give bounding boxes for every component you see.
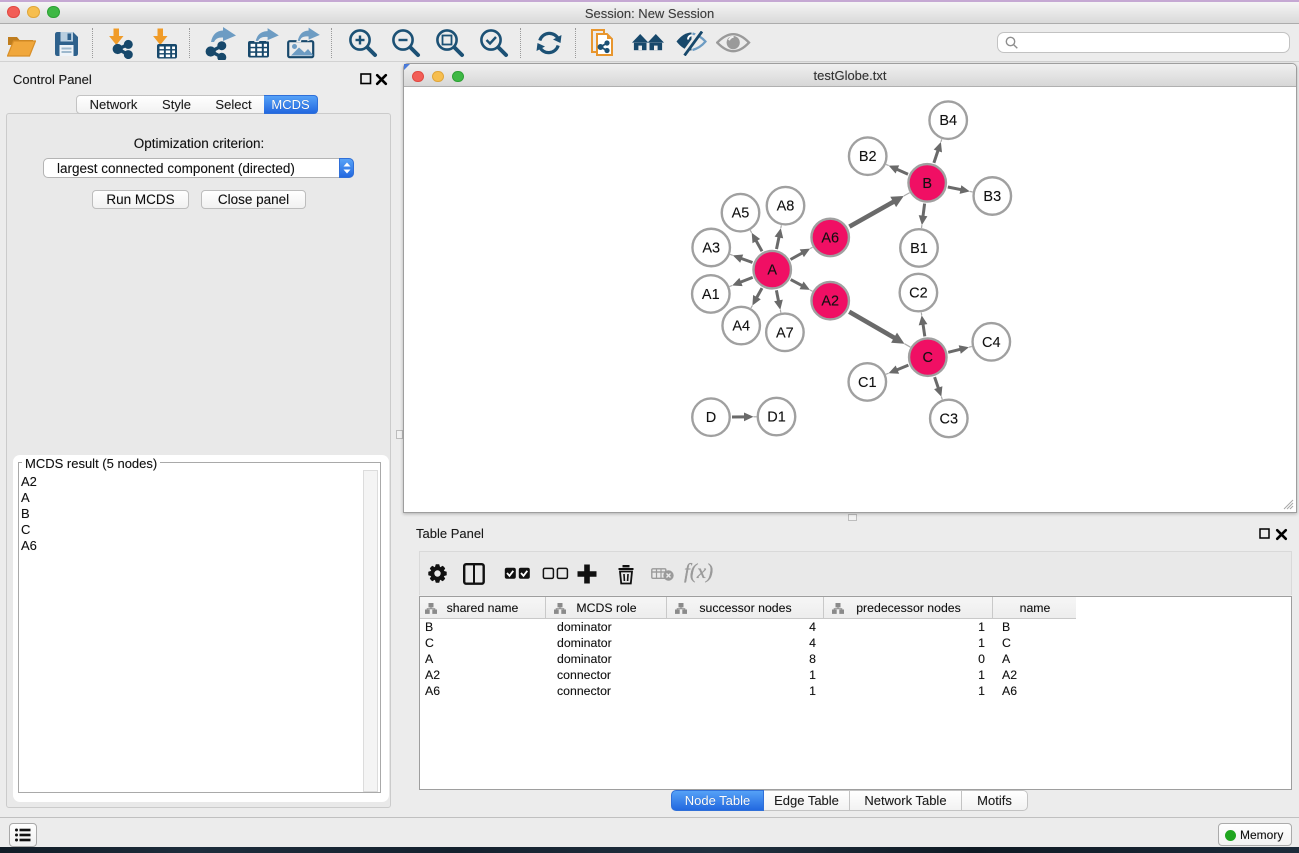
svg-text:B4: B4	[939, 113, 957, 129]
svg-text:C4: C4	[982, 335, 1001, 351]
svg-text:A5: A5	[732, 206, 750, 222]
svg-text:A4: A4	[732, 319, 750, 335]
svg-text:A: A	[767, 263, 777, 279]
svg-text:B2: B2	[859, 149, 877, 165]
svg-text:A6: A6	[821, 230, 839, 246]
svg-text:C3: C3	[940, 411, 959, 427]
svg-text:B3: B3	[983, 189, 1001, 205]
svg-text:C2: C2	[909, 286, 928, 302]
svg-text:A8: A8	[777, 199, 795, 215]
svg-text:A1: A1	[702, 287, 720, 303]
svg-text:A2: A2	[821, 294, 839, 310]
svg-text:B1: B1	[910, 241, 928, 257]
svg-text:D1: D1	[767, 410, 786, 426]
svg-text:D: D	[706, 410, 716, 426]
svg-text:A3: A3	[702, 241, 720, 257]
svg-text:C: C	[923, 350, 933, 366]
svg-text:A7: A7	[776, 325, 794, 341]
svg-text:C1: C1	[858, 375, 877, 391]
svg-text:B: B	[922, 176, 932, 192]
